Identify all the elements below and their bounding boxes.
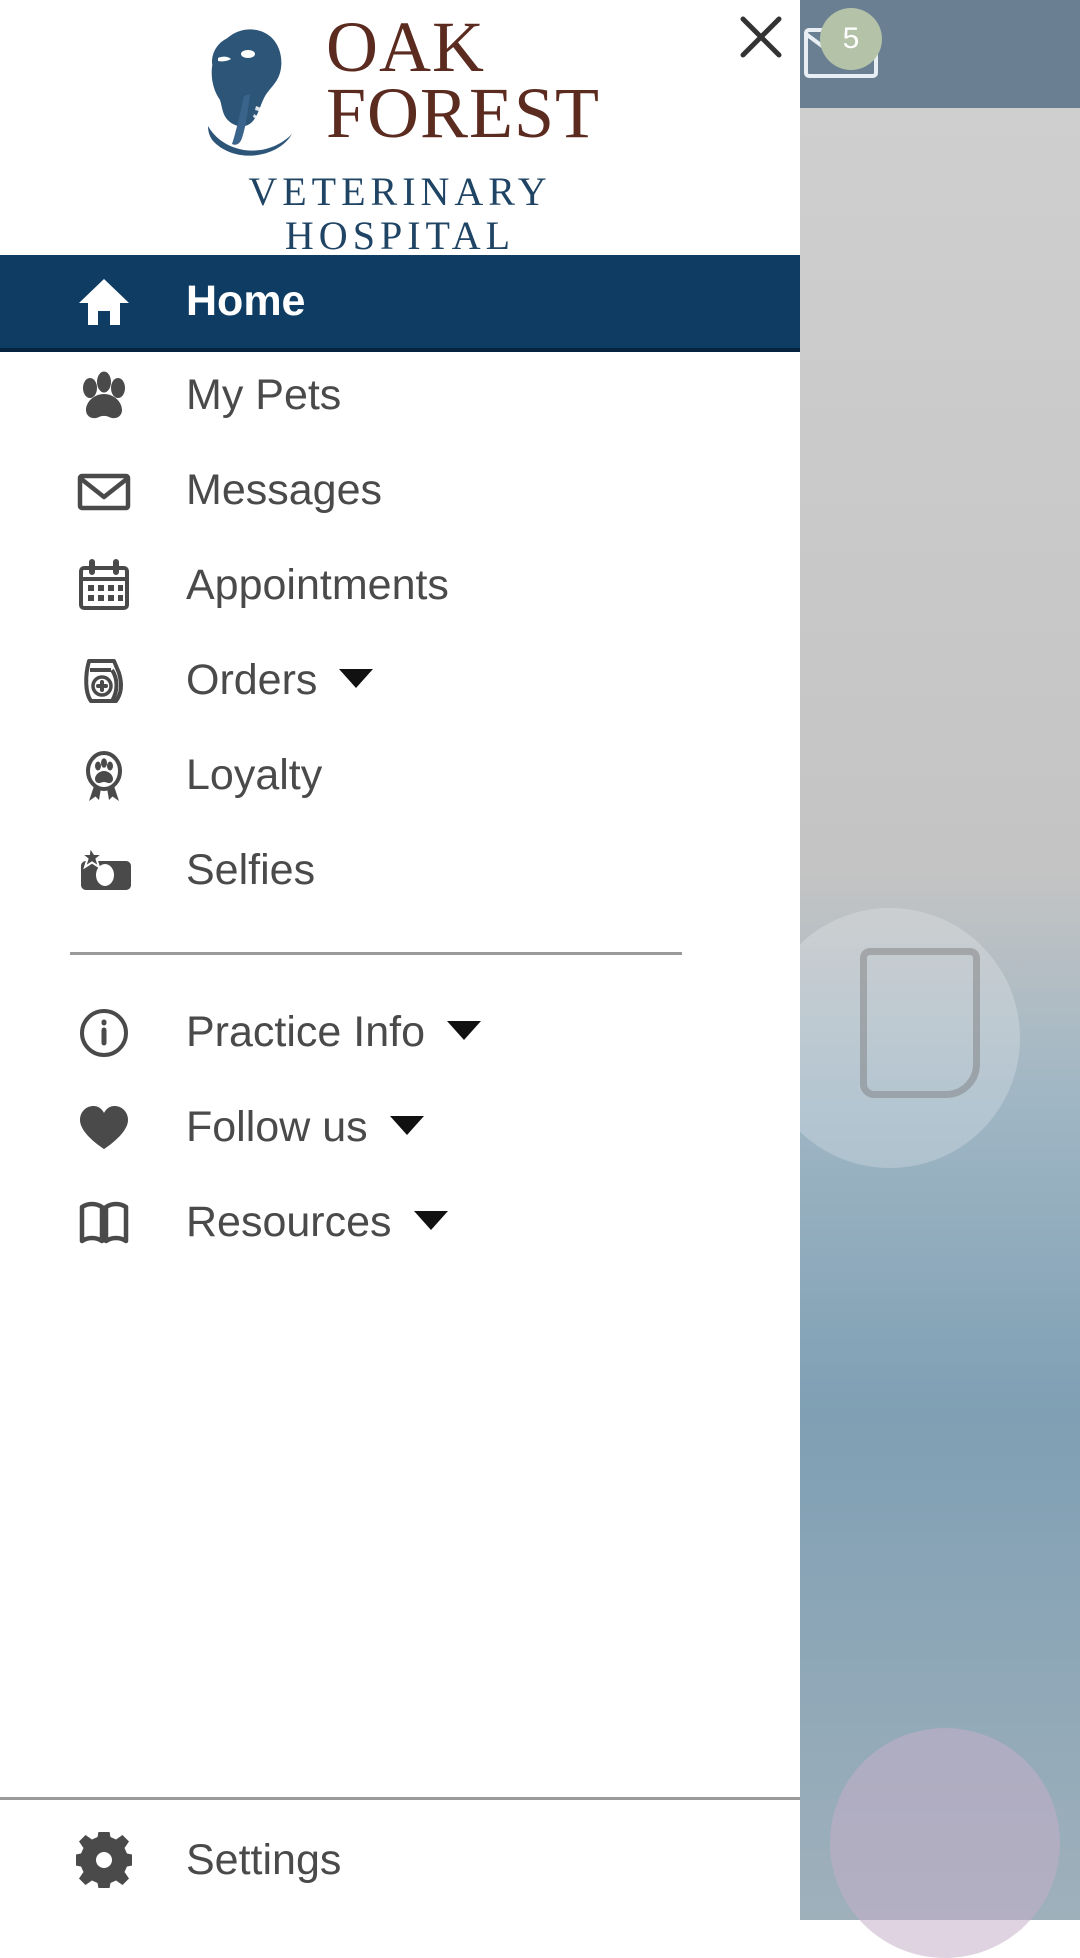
- calendar-icon: [76, 558, 152, 614]
- logo-line-1: OAK: [325, 7, 485, 87]
- close-icon: [736, 12, 786, 67]
- sidebar-item-follow-us[interactable]: Follow us: [0, 1080, 800, 1175]
- info-circle-icon: [76, 1005, 152, 1061]
- chevron-down-icon[interactable]: [413, 1211, 448, 1231]
- gear-icon: [76, 1832, 152, 1888]
- close-drawer-button[interactable]: [728, 6, 794, 72]
- badge-count: 5: [842, 22, 860, 55]
- sidebar-item-text: Orders: [186, 656, 318, 704]
- logo-sub-2: HOSPITAL: [284, 213, 516, 258]
- sidebar-item-text: Follow us: [186, 1103, 368, 1151]
- practice-logo: OAK FOREST VETERINARY HOSPITAL: [0, 0, 800, 258]
- sidebar-item-orders[interactable]: Orders: [0, 633, 800, 728]
- logo-line-2: FOREST: [325, 73, 601, 154]
- envelope-icon: [76, 463, 152, 519]
- sidebar-item-label: Practice Info: [186, 1008, 481, 1057]
- nav-footer: Settings: [0, 1797, 800, 1920]
- nav-section-divider: [70, 952, 682, 955]
- chevron-down-icon[interactable]: [339, 669, 374, 689]
- food-bag-icon: [76, 653, 152, 709]
- sidebar-item-home[interactable]: Home: [0, 255, 800, 348]
- logo-sub-1: VETERINARY: [248, 169, 552, 214]
- chevron-down-icon[interactable]: [389, 1116, 424, 1136]
- sidebar-item-label: Follow us: [186, 1103, 424, 1152]
- dog-head-icon: [200, 14, 322, 164]
- sidebar-item-practice-info[interactable]: Practice Info: [0, 985, 800, 1080]
- nav-list: Home My Pets Messages Appointments Order…: [0, 255, 800, 1797]
- award-paw-icon: [76, 748, 152, 804]
- sidebar-item-loyalty[interactable]: Loyalty: [0, 728, 800, 823]
- sidebar-item-label: My Pets: [186, 371, 342, 419]
- sidebar-item-appointments[interactable]: Appointments: [0, 538, 800, 633]
- sidebar-item-label: Orders: [186, 656, 374, 705]
- sidebar-item-resources[interactable]: Resources: [0, 1175, 800, 1270]
- sidebar-item-label: Selfies: [186, 846, 316, 894]
- sidebar-item-text: Practice Info: [186, 1008, 425, 1056]
- heart-icon: [76, 1100, 152, 1156]
- sidebar-item-label: Messages: [186, 466, 382, 514]
- sidebar-item-label: Appointments: [186, 561, 449, 609]
- sidebar-item-selfies[interactable]: Selfies: [0, 823, 800, 918]
- sidebar-item-label: Resources: [186, 1198, 448, 1247]
- sidebar-item-label: Loyalty: [186, 751, 323, 799]
- sidebar-item-text: Resources: [186, 1198, 392, 1246]
- camera-star-icon: [76, 843, 152, 899]
- book-icon: [76, 1195, 152, 1251]
- sidebar-item-label: Settings: [186, 1835, 342, 1884]
- background-decor-circle-2: [830, 1728, 1060, 1958]
- sidebar-item-messages[interactable]: Messages: [0, 443, 800, 538]
- message-count-badge: 5: [820, 8, 882, 70]
- chevron-down-icon[interactable]: [447, 1021, 481, 1041]
- home-icon: [76, 274, 152, 330]
- background-decor-bag: [860, 948, 980, 1098]
- paw-icon: [76, 368, 152, 424]
- navigation-drawer: OAK FOREST VETERINARY HOSPITAL Home My P…: [0, 0, 800, 1920]
- sidebar-item-settings[interactable]: Settings: [0, 1800, 800, 1920]
- sidebar-item-my-pets[interactable]: My Pets: [0, 348, 800, 443]
- sidebar-item-label: Home: [186, 277, 306, 325]
